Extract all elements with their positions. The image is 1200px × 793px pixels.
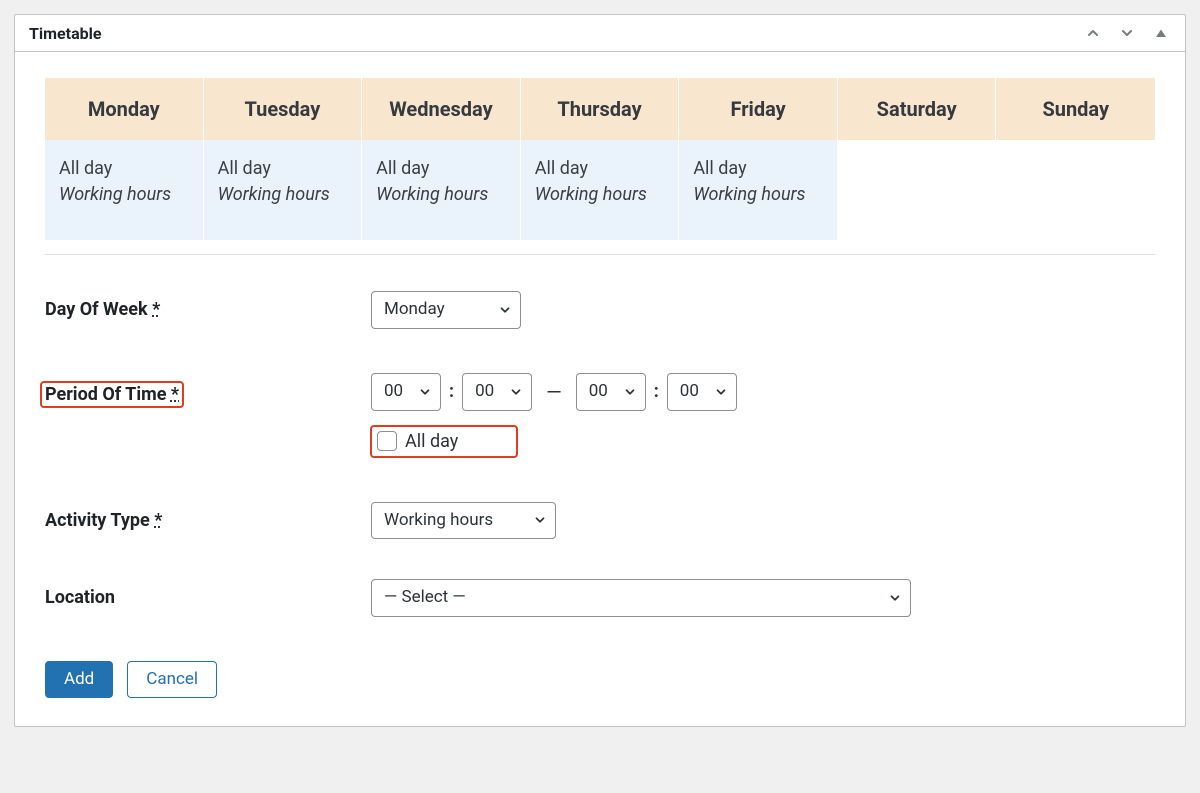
cancel-button[interactable]: Cancel bbox=[127, 661, 217, 697]
day-cell[interactable]: All day Working hours bbox=[679, 140, 838, 240]
all-day-label: All day bbox=[405, 431, 458, 452]
label-activity-type: Activity Type * bbox=[45, 502, 371, 531]
day-cell[interactable]: All day Working hours bbox=[362, 140, 521, 240]
day-column-sunday: Sunday bbox=[996, 78, 1155, 240]
day-cell[interactable]: All day Working hours bbox=[45, 140, 204, 240]
all-day-checkbox[interactable] bbox=[377, 431, 397, 451]
day-header: Thursday bbox=[521, 78, 680, 140]
time-colon: : bbox=[447, 381, 456, 402]
select-start-minute[interactable]: 00 bbox=[462, 373, 532, 411]
day-column-wednesday: Wednesday All day Working hours bbox=[362, 78, 521, 240]
day-column-thursday: Thursday All day Working hours bbox=[521, 78, 680, 240]
move-up-icon[interactable] bbox=[1083, 23, 1103, 43]
label-period-of-time: Period Of Time * bbox=[45, 373, 371, 408]
label-day-of-week: Day Of Week * bbox=[45, 291, 371, 320]
day-header: Tuesday bbox=[204, 78, 363, 140]
row-period-of-time: Period Of Time * 00 : 00 — 00 : bbox=[45, 373, 1155, 458]
day-cell[interactable]: All day Working hours bbox=[521, 140, 680, 240]
day-column-tuesday: Tuesday All day Working hours bbox=[204, 78, 363, 240]
row-activity-type: Activity Type * Working hours bbox=[45, 502, 1155, 540]
label-location: Location bbox=[45, 579, 371, 608]
row-location: Location — Select — bbox=[45, 579, 1155, 617]
move-down-icon[interactable] bbox=[1117, 23, 1137, 43]
day-column-saturday: Saturday bbox=[838, 78, 997, 240]
panel-body: Monday All day Working hours Tuesday All… bbox=[15, 78, 1185, 726]
select-activity-type[interactable]: Working hours bbox=[371, 502, 556, 540]
row-day-of-week: Day Of Week * Monday bbox=[45, 291, 1155, 329]
button-row: Add Cancel bbox=[45, 661, 1155, 697]
day-column-monday: Monday All day Working hours bbox=[45, 78, 204, 240]
day-header: Sunday bbox=[996, 78, 1155, 140]
day-header: Wednesday bbox=[362, 78, 521, 140]
time-range-group: 00 : 00 — 00 : 00 bbox=[371, 373, 1155, 411]
panel-controls bbox=[1083, 23, 1171, 43]
timetable-panel: Timetable Monday All day Working hours bbox=[14, 14, 1186, 727]
select-start-hour[interactable]: 00 bbox=[371, 373, 441, 411]
select-end-minute[interactable]: 00 bbox=[667, 373, 737, 411]
select-location[interactable]: — Select — bbox=[371, 579, 911, 617]
day-cell-empty bbox=[838, 140, 997, 240]
time-colon: : bbox=[652, 381, 661, 402]
day-column-friday: Friday All day Working hours bbox=[679, 78, 838, 240]
select-end-hour[interactable]: 00 bbox=[576, 373, 646, 411]
all-day-group: All day bbox=[370, 425, 518, 458]
day-header: Friday bbox=[679, 78, 838, 140]
select-day-of-week[interactable]: Monday bbox=[371, 291, 521, 329]
collapse-icon[interactable] bbox=[1151, 23, 1171, 43]
week-grid: Monday All day Working hours Tuesday All… bbox=[45, 78, 1155, 255]
panel-title: Timetable bbox=[29, 24, 102, 43]
day-header: Saturday bbox=[838, 78, 997, 140]
day-cell[interactable]: All day Working hours bbox=[204, 140, 363, 240]
panel-header: Timetable bbox=[15, 15, 1185, 52]
add-button[interactable]: Add bbox=[45, 661, 113, 697]
day-cell-empty bbox=[996, 140, 1155, 240]
day-header: Monday bbox=[45, 78, 204, 140]
time-dash: — bbox=[538, 380, 570, 404]
